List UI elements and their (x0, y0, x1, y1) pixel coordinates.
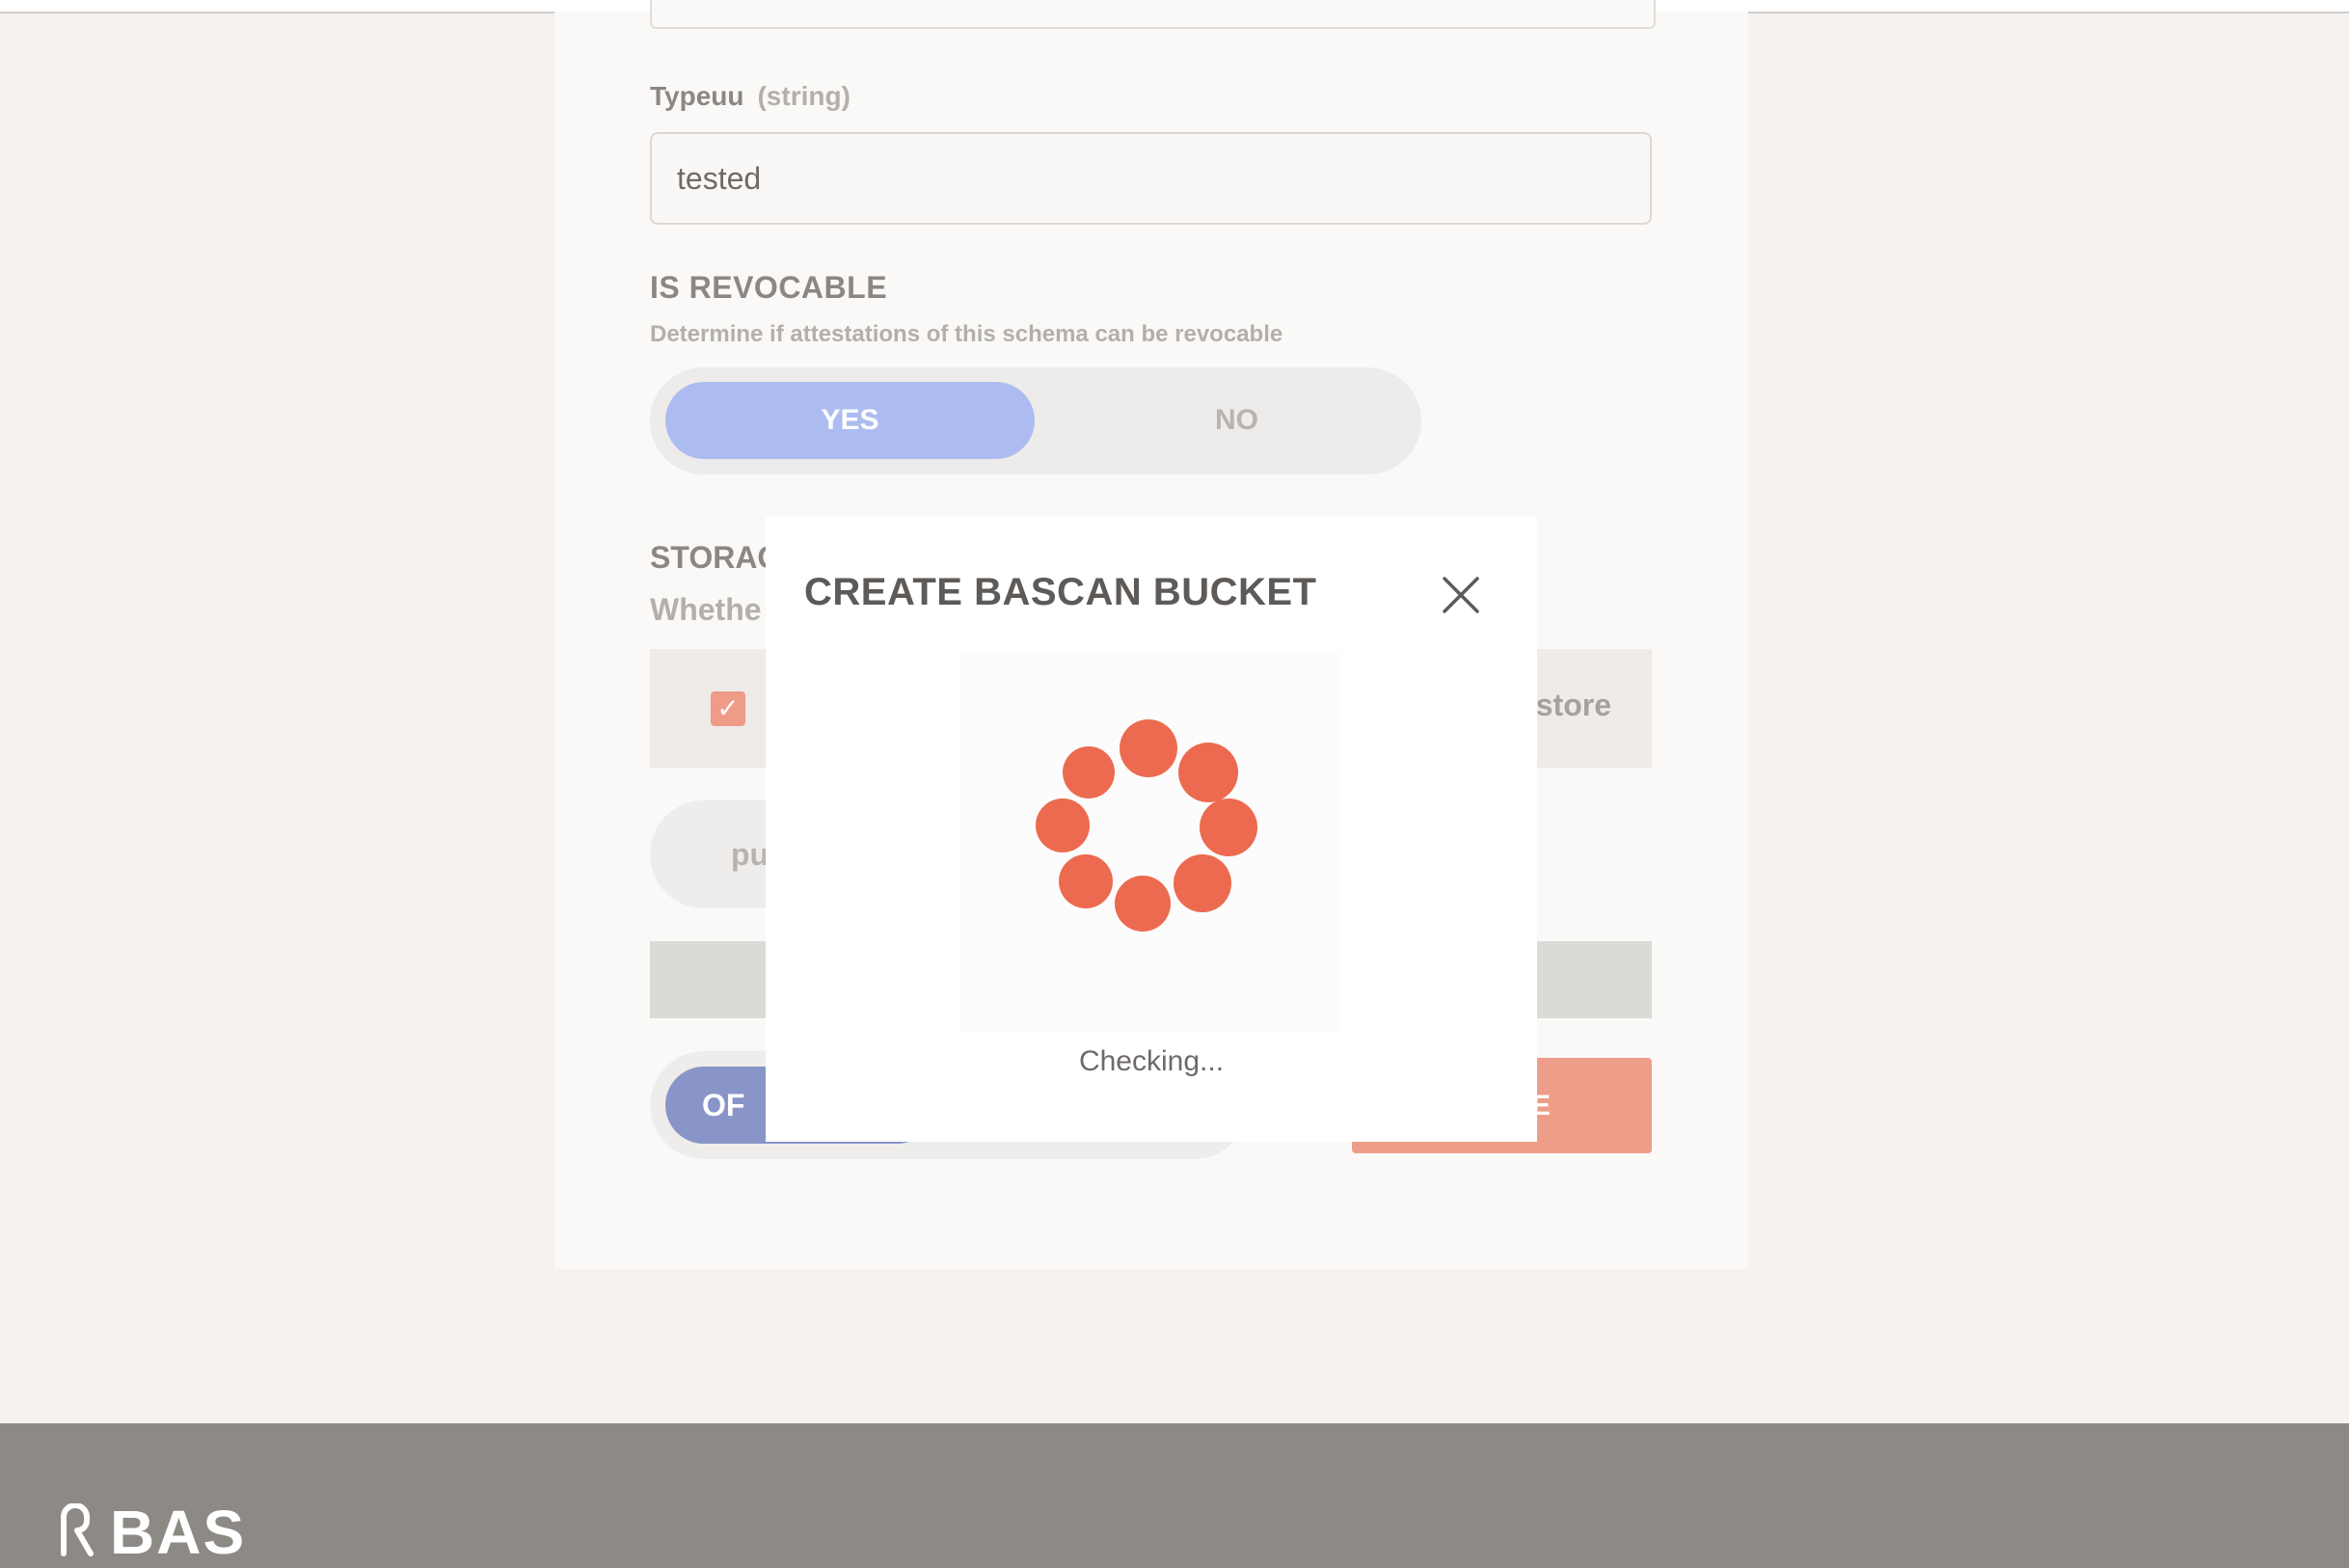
storage-title: STORAG (650, 540, 782, 575)
spinner-dot (1200, 798, 1257, 856)
revocable-title: IS REVOCABLE (650, 270, 888, 305)
revocable-toggle: YES NO (650, 367, 1421, 474)
footer-logo[interactable]: BAS (58, 1497, 246, 1568)
field-name: Typeuu (650, 81, 744, 111)
loading-spinner (958, 652, 1340, 1032)
typeuu-input[interactable]: tested (650, 132, 1652, 225)
storage-type-label: pu (731, 837, 770, 872)
bas-logo-icon (61, 1503, 94, 1556)
storage-option-label: store (1535, 688, 1611, 722)
revocable-no-button[interactable]: NO (1052, 382, 1421, 459)
close-icon[interactable] (1439, 573, 1483, 617)
create-bucket-modal: CREATE BASCAN BUCKET Checking... (766, 517, 1537, 1142)
revocable-description: Determine if attestations of this schema… (650, 321, 1283, 347)
spinner-dot (1059, 854, 1113, 908)
spinner-dot (1115, 876, 1171, 932)
spinner-dot (1063, 746, 1115, 798)
modal-title: CREATE BASCAN BUCKET (804, 571, 1317, 613)
revocable-yes-button[interactable]: YES (665, 382, 1035, 459)
spinner-dot (1178, 743, 1238, 802)
logo-text: BAS (110, 1498, 247, 1567)
previous-input-field[interactable] (650, 0, 1656, 29)
storage-description: Whethe (650, 592, 762, 627)
footer: BAS (0, 1423, 2349, 1568)
field-label: Typeuu (string) (650, 81, 850, 112)
modal-status-text: Checking... (1078, 1045, 1225, 1077)
field-type: (string) (757, 81, 850, 111)
spinner-dot (1120, 719, 1177, 777)
spinner-dot (1174, 854, 1231, 912)
storage-checkbox[interactable]: ✓ (711, 691, 745, 726)
spinner-dot (1036, 798, 1090, 852)
